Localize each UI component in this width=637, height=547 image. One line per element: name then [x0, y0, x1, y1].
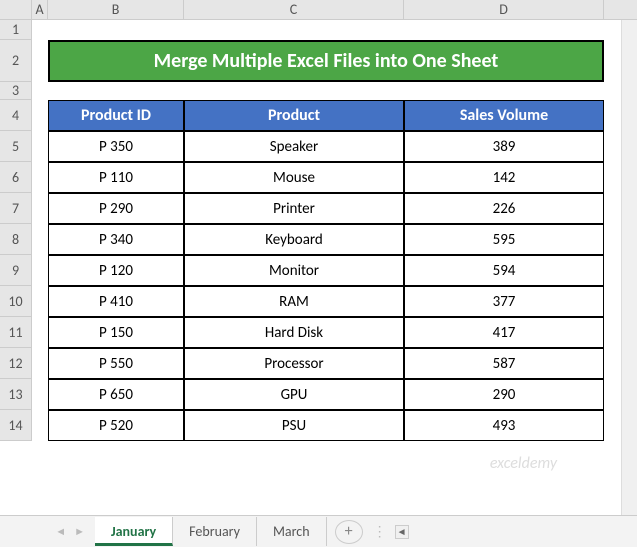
cell-product-id[interactable]: P 520 [48, 410, 184, 441]
cell-product[interactable]: Speaker [184, 131, 404, 162]
header-product[interactable]: Product [184, 100, 404, 131]
table-row: P 150 Hard Disk 417 [32, 317, 604, 348]
cell-sales-volume[interactable]: 417 [404, 317, 604, 348]
cell-sales-volume[interactable]: 290 [404, 379, 604, 410]
page-title[interactable]: Merge Multiple Excel Files into One Shee… [48, 40, 604, 82]
row-header-11[interactable]: 11 [0, 317, 32, 348]
cell-sales-volume[interactable]: 493 [404, 410, 604, 441]
table-row: P 650 GPU 290 [32, 379, 604, 410]
cell-sales-volume[interactable]: 595 [404, 224, 604, 255]
plus-icon: + [345, 522, 353, 541]
row-header-9[interactable]: 9 [0, 255, 32, 286]
cell-sales-volume[interactable]: 389 [404, 131, 604, 162]
cell-product-id[interactable]: P 290 [48, 193, 184, 224]
cell-product[interactable]: Keyboard [184, 224, 404, 255]
empty-row[interactable] [48, 82, 604, 100]
tab-march[interactable]: March [257, 517, 327, 546]
row-header-10[interactable]: 10 [0, 286, 32, 317]
table-row: P 340 Keyboard 595 [32, 224, 604, 255]
header-product-id[interactable]: Product ID [48, 100, 184, 131]
spreadsheet-grid: A B C D 1 2 3 4 5 6 7 8 9 10 11 12 13 14… [0, 0, 637, 515]
tab-january[interactable]: January [95, 517, 173, 546]
cell-product-id[interactable]: P 550 [48, 348, 184, 379]
cell-product-id[interactable]: P 350 [48, 131, 184, 162]
cell-product[interactable]: PSU [184, 410, 404, 441]
tab-separator: ⋮ [373, 523, 387, 540]
cell-product-id[interactable]: P 150 [48, 317, 184, 348]
cell-sales-volume[interactable]: 377 [404, 286, 604, 317]
cell-product[interactable]: Monitor [184, 255, 404, 286]
table-row: P 110 Mouse 142 [32, 162, 604, 193]
cell-sales-volume[interactable]: 594 [404, 255, 604, 286]
row-header-14[interactable]: 14 [0, 410, 32, 441]
cell-product[interactable]: Printer [184, 193, 404, 224]
hscroll-left-icon[interactable]: ◄ [395, 525, 409, 539]
cell-sales-volume[interactable]: 226 [404, 193, 604, 224]
col-header-C[interactable]: C [184, 0, 404, 19]
table-row: P 550 Processor 587 [32, 348, 604, 379]
row-header-5[interactable]: 5 [0, 131, 32, 162]
prev-sheet-icon[interactable]: ◄ [55, 525, 66, 538]
cell-product-id[interactable]: P 410 [48, 286, 184, 317]
sheet-content: Merge Multiple Excel Files into One Shee… [32, 20, 604, 441]
tab-nav: ◄ ► [0, 525, 95, 538]
cell-product[interactable]: GPU [184, 379, 404, 410]
row-header-3[interactable]: 3 [0, 82, 32, 100]
row-header-12[interactable]: 12 [0, 348, 32, 379]
row-header-6[interactable]: 6 [0, 162, 32, 193]
col-header-D[interactable]: D [404, 0, 604, 19]
table-row: P 120 Monitor 594 [32, 255, 604, 286]
row-header-8[interactable]: 8 [0, 224, 32, 255]
cell-sales-volume[interactable]: 142 [404, 162, 604, 193]
header-sales-volume[interactable]: Sales Volume [404, 100, 604, 131]
cell-product-id[interactable]: P 120 [48, 255, 184, 286]
col-header-B[interactable]: B [48, 0, 184, 19]
cell-product[interactable]: RAM [184, 286, 404, 317]
vertical-scrollbar[interactable] [621, 20, 637, 515]
row-header-1[interactable]: 1 [0, 20, 32, 40]
tab-february[interactable]: February [173, 517, 257, 546]
new-sheet-button[interactable]: + [335, 520, 363, 544]
row-header-7[interactable]: 7 [0, 193, 32, 224]
cell-product[interactable]: Hard Disk [184, 317, 404, 348]
col-header-A[interactable]: A [32, 0, 48, 19]
row-header-4[interactable]: 4 [0, 100, 32, 131]
next-sheet-icon[interactable]: ► [74, 525, 85, 538]
cell-sales-volume[interactable]: 587 [404, 348, 604, 379]
cell-product[interactable]: Processor [184, 348, 404, 379]
table-row: P 520 PSU 493 [32, 410, 604, 441]
cell-product-id[interactable]: P 650 [48, 379, 184, 410]
watermark-text: exceldemy [490, 454, 557, 473]
table-row: P 410 RAM 377 [32, 286, 604, 317]
cell-product-id[interactable]: P 340 [48, 224, 184, 255]
row-header-2[interactable]: 2 [0, 40, 32, 82]
table-row: P 350 Speaker 389 [32, 131, 604, 162]
sheet-tab-bar: ◄ ► January February March + ⋮ ◄ [0, 515, 637, 547]
cell-product-id[interactable]: P 110 [48, 162, 184, 193]
row-header-13[interactable]: 13 [0, 379, 32, 410]
table-row: P 290 Printer 226 [32, 193, 604, 224]
column-headers: A B C D [0, 0, 637, 20]
row-headers: 1 2 3 4 5 6 7 8 9 10 11 12 13 14 [0, 20, 32, 441]
select-all-corner[interactable] [0, 0, 32, 19]
cell-product[interactable]: Mouse [184, 162, 404, 193]
